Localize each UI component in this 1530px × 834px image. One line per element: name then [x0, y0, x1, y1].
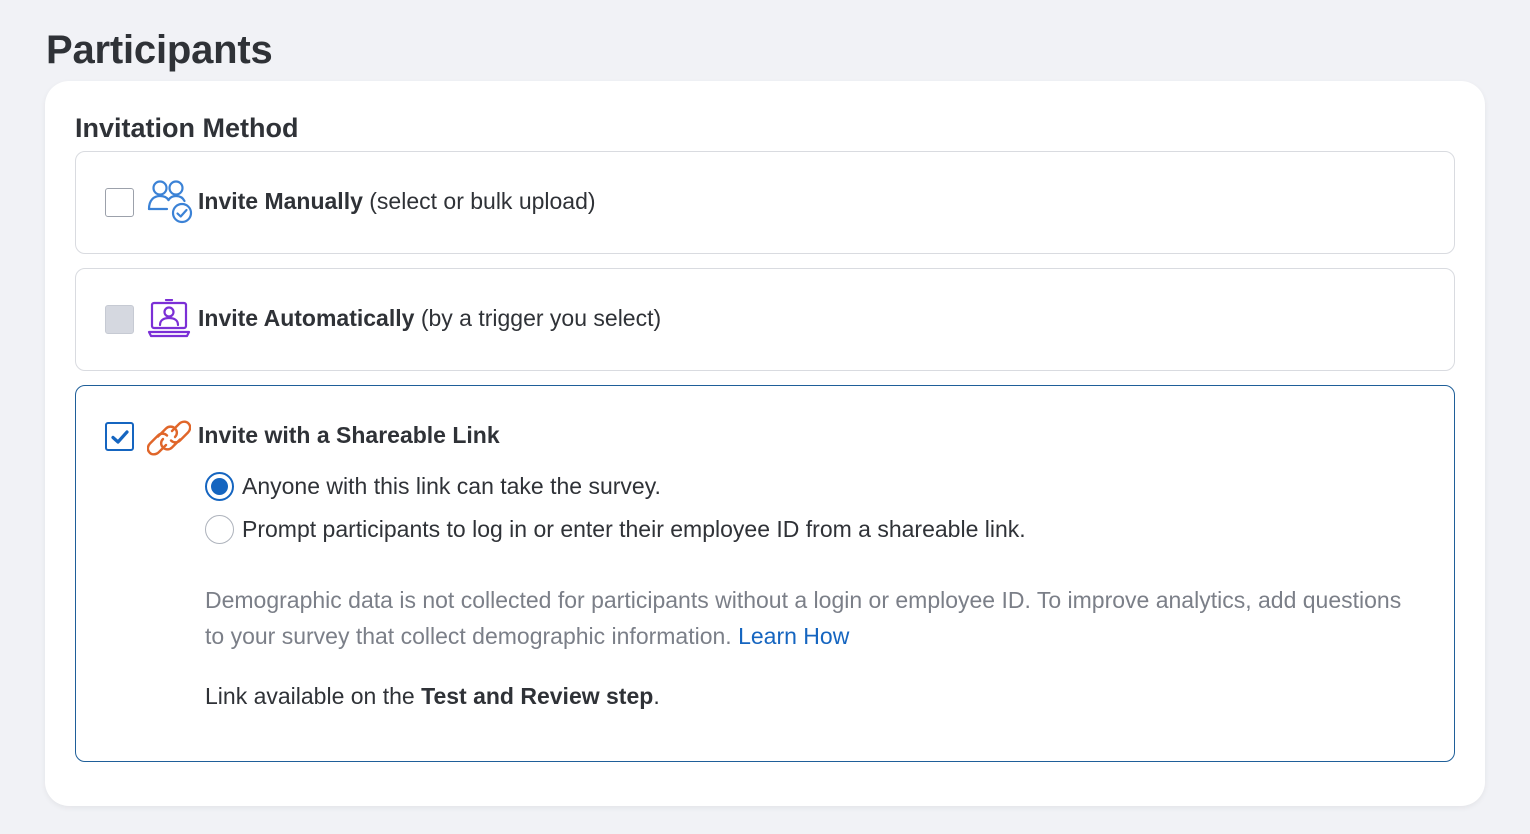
- invite-automatically-label: Invite Automatically (by a trigger you s…: [198, 305, 661, 332]
- availability-prefix: Link available on the: [205, 683, 422, 709]
- link-icon: [146, 418, 192, 463]
- checkmark-icon: [111, 430, 129, 444]
- users-check-icon: [147, 179, 195, 230]
- invitation-card: Invitation Method Invite Manually (selec…: [45, 81, 1485, 806]
- option-invite-automatically: Invite Automatically (by a trigger you s…: [75, 268, 1455, 371]
- invite-manually-checkbox[interactable]: [105, 188, 134, 217]
- page-title: Participants: [46, 28, 273, 72]
- demographic-note: Demographic data is not collected for pa…: [205, 582, 1425, 654]
- radio-prompt-login[interactable]: [205, 515, 234, 544]
- learn-how-link[interactable]: Learn How: [738, 623, 849, 649]
- radio-anyone[interactable]: [205, 472, 234, 501]
- radio-option-anyone[interactable]: Anyone with this link can take the surve…: [205, 472, 661, 501]
- laptop-user-icon: [147, 298, 191, 344]
- shareable-link-label-bold: Invite with a Shareable Link: [198, 422, 500, 448]
- invite-automatically-label-detail: (by a trigger you select): [414, 305, 662, 331]
- radio-prompt-login-label: Prompt participants to log in or enter t…: [242, 516, 1026, 542]
- availability-step: Test and Review step: [421, 683, 654, 709]
- radio-anyone-label: Anyone with this link can take the surve…: [242, 473, 661, 499]
- section-title: Invitation Method: [75, 113, 299, 143]
- invite-manually-label-bold: Invite Manually: [198, 188, 363, 214]
- invite-automatically-label-bold: Invite Automatically: [198, 305, 415, 331]
- option-invite-manually[interactable]: Invite Manually (select or bulk upload): [75, 151, 1455, 254]
- shareable-link-label: Invite with a Shareable Link: [198, 422, 500, 449]
- availability-suffix: .: [653, 683, 660, 709]
- invite-automatically-checkbox: [105, 305, 134, 334]
- link-availability-text: Link available on the Test and Review st…: [205, 683, 660, 710]
- radio-option-prompt-login[interactable]: Prompt participants to log in or enter t…: [205, 515, 1026, 544]
- shareable-link-checkbox[interactable]: [105, 422, 134, 451]
- invite-manually-label: Invite Manually (select or bulk upload): [198, 188, 596, 215]
- option-invite-shareable-link[interactable]: Invite with a Shareable Link Anyone with…: [75, 385, 1455, 762]
- invite-manually-label-detail: (select or bulk upload): [362, 188, 596, 214]
